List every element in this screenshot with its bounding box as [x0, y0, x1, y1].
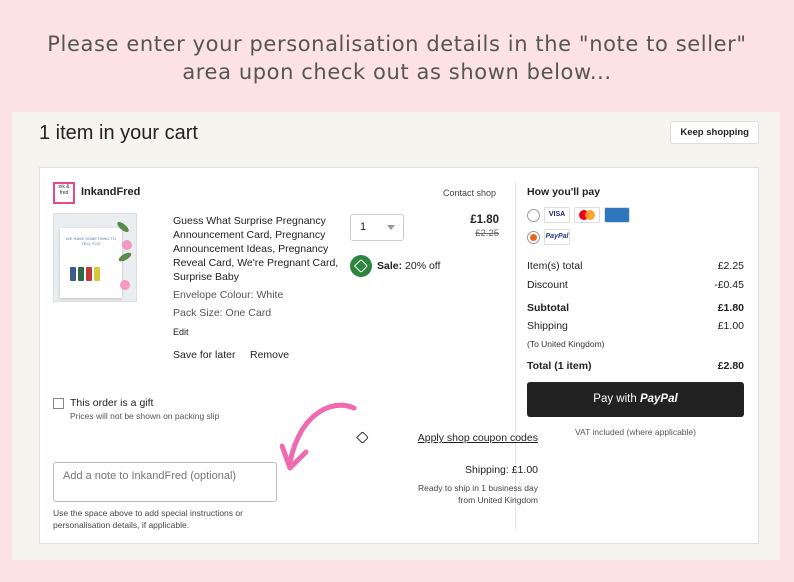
subtotal-label: Subtotal — [527, 302, 569, 314]
shipping-cost: Shipping: £1.00 — [465, 464, 538, 476]
original-price: £2.25 — [475, 228, 499, 239]
boot-icon — [78, 267, 84, 281]
edit-link[interactable]: Edit — [173, 327, 189, 337]
gift-checkbox[interactable] — [53, 398, 64, 409]
product-image[interactable]: WE HAVE SOMETHING TO TELL YOU — [53, 213, 137, 302]
note-help-text: Use the space above to add special instr… — [53, 508, 243, 530]
banner-line-2: area upon check out as shown below... — [182, 60, 612, 84]
boot-icon — [70, 267, 76, 281]
pay-with-paypal-button[interactable]: Pay with PayPal — [527, 382, 744, 417]
pink-arrow-icon — [280, 402, 357, 471]
subtotal-value: £1.80 — [717, 302, 744, 314]
sale-tag-icon — [350, 255, 372, 277]
sale-value: 20% off — [405, 260, 441, 272]
discount-label: Discount — [527, 279, 568, 291]
sale-label: Sale: — [377, 260, 403, 272]
cart-card: ink & fred InkandFred Contact shop WE HA… — [39, 167, 759, 544]
note-to-seller-input[interactable] — [53, 462, 277, 502]
save-for-later-link[interactable]: Save for later — [173, 349, 235, 361]
card-payment-radio[interactable] — [527, 209, 540, 222]
shop-logo[interactable]: ink & fred — [53, 182, 75, 204]
shipping-ready: Ready to ship in 1 business day from Uni… — [418, 482, 538, 506]
cart-panel: 1 item in your cart Keep shopping ink & … — [12, 112, 780, 560]
option-envelope: Envelope Colour: White — [173, 289, 284, 301]
discount-row: Discount -£0.45 — [527, 279, 744, 291]
vat-note: VAT included (where applicable) — [575, 427, 696, 437]
discount-value: -£0.45 — [714, 279, 744, 291]
chevron-down-icon — [387, 225, 395, 230]
item-price: £1.80 — [470, 214, 499, 226]
shipping-ready-line-1: Ready to ship in 1 business day — [417, 483, 538, 493]
product-title[interactable]: Guess What Surprise Pregnancy Announceme… — [173, 214, 345, 284]
flower-icon — [122, 240, 132, 250]
quantity-select[interactable]: 1 — [350, 214, 404, 241]
total-label: Total (1 item) — [527, 360, 592, 372]
mastercard-icon — [574, 207, 600, 223]
items-total-value: £2.25 — [717, 260, 744, 272]
visa-icon: VISA — [544, 207, 570, 223]
subtotal-row: Subtotal £1.80 — [527, 302, 744, 314]
how-you-pay-title: How you'll pay — [527, 186, 601, 198]
shipping-label: Shipping — [527, 320, 568, 332]
card-image-text: WE HAVE SOMETHING TO TELL YOU — [66, 236, 117, 246]
shop-name[interactable]: InkandFred — [81, 186, 140, 198]
boot-icon — [86, 267, 92, 281]
option-pack: Pack Size: One Card — [173, 307, 272, 319]
total-row: Total (1 item) £2.80 — [527, 360, 744, 372]
paypal-payment-radio[interactable] — [527, 231, 540, 244]
gift-subtext: Prices will not be shown on packing slip — [70, 411, 220, 421]
shipping-destination[interactable]: (To United Kingdom) — [527, 339, 744, 349]
shipping-to[interactable]: (To United Kingdom) — [527, 339, 604, 349]
paypal-icon: PayPal — [544, 229, 570, 245]
gift-label[interactable]: This order is a gift — [70, 397, 153, 409]
paypal-brand: PayPal — [639, 393, 678, 405]
column-divider — [515, 182, 516, 529]
sale-info: Sale: 20% off — [377, 260, 440, 272]
total-value: £2.80 — [717, 360, 744, 372]
instruction-banner: Please enter your personalisation detail… — [0, 30, 794, 86]
banner-line-1: Please enter your personalisation detail… — [47, 32, 747, 56]
keep-shopping-button[interactable]: Keep shopping — [670, 121, 759, 144]
quantity-value: 1 — [360, 221, 367, 233]
contact-shop-link[interactable]: Contact shop — [443, 188, 496, 198]
flower-icon — [120, 280, 130, 290]
shipping-ready-line-2: from United Kingdom — [458, 495, 538, 505]
shipping-value: £1.00 — [717, 320, 744, 332]
items-total-label: Item(s) total — [527, 260, 583, 272]
items-total-row: Item(s) total £2.25 — [527, 260, 744, 272]
cart-title: 1 item in your cart — [39, 122, 198, 144]
amex-icon — [604, 207, 630, 223]
shipping-row: Shipping £1.00 — [527, 320, 744, 332]
remove-link[interactable]: Remove — [250, 349, 289, 361]
apply-coupon-link[interactable]: Apply shop coupon codes — [418, 432, 538, 444]
boot-icon — [94, 267, 100, 281]
pay-with-label: Pay with — [593, 393, 637, 405]
